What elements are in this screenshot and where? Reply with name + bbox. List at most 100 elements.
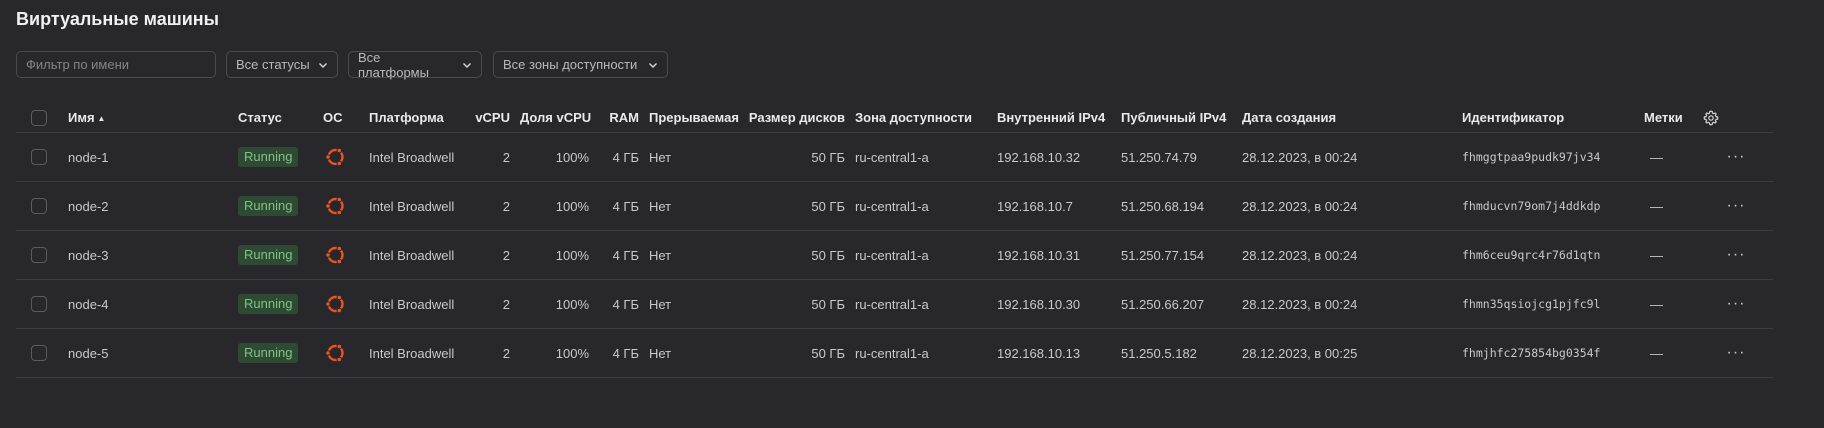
column-header-labels[interactable]: Метки — [1644, 103, 1699, 133]
platform-cell: Intel Broadwell — [369, 279, 461, 329]
vcpu-share-cell: 100% — [520, 181, 599, 231]
column-header-zone[interactable]: Зона доступности — [855, 103, 997, 133]
ram-cell: 4 ГБ — [599, 328, 649, 378]
row-select-cell — [16, 181, 68, 231]
vcpu-cell: 2 — [461, 230, 520, 280]
labels-cell: — — [1644, 230, 1699, 280]
column-header-status[interactable]: Статус — [238, 103, 323, 133]
select-all-checkbox[interactable] — [31, 109, 47, 126]
id-cell: fhmjhfc275854bg0354f — [1462, 328, 1644, 378]
vcpu-share-cell: 100% — [520, 132, 599, 182]
vm-name[interactable]: node-2 — [68, 181, 238, 231]
platform-filter-label: Все платформы — [358, 49, 429, 80]
internal-ip-cell: 192.168.10.7 — [997, 181, 1121, 231]
ubuntu-icon — [323, 145, 369, 169]
row-select-cell — [16, 132, 68, 182]
column-header-public-ip[interactable]: Публичный IPv4 — [1121, 103, 1242, 133]
id-cell: fhmducvn79om7j4ddkdp — [1462, 181, 1644, 231]
id-cell: fhmggtpaa9pudk97jv34 — [1462, 132, 1644, 182]
page: Виртуальные машины Все статусы Все платф… — [0, 0, 1824, 428]
name-filter-input[interactable] — [16, 51, 216, 78]
zone-filter-label: Все зоны доступности — [503, 57, 638, 72]
row-actions-button[interactable]: ··· — [1699, 230, 1773, 280]
platform-cell: Intel Broadwell — [369, 230, 461, 280]
zone-cell: ru-central1-a — [855, 279, 997, 329]
table-row[interactable]: node-1 Running Intel Broadwell 2 100% 4 … — [16, 132, 1773, 182]
vcpu-cell: 2 — [461, 328, 520, 378]
disk-size-cell: 50 ГБ — [742, 328, 855, 378]
labels-cell: — — [1644, 181, 1699, 231]
row-checkbox[interactable] — [31, 247, 47, 264]
chevron-down-icon — [462, 60, 472, 70]
id-cell: fhm6ceu9qrc4r76d1qtn — [1462, 230, 1644, 280]
vcpu-share-cell: 100% — [520, 279, 599, 329]
select-all-cell — [16, 103, 68, 133]
column-header-id[interactable]: Идентификатор — [1462, 103, 1644, 133]
status-badge: Running — [238, 196, 299, 216]
chevron-down-icon — [318, 60, 328, 70]
row-checkbox[interactable] — [31, 345, 47, 362]
preemptible-cell: Нет — [649, 181, 742, 231]
vm-table: Имя ▲ Статус ОС Платформа vCPU Доля vCPU … — [16, 103, 1773, 378]
table-row[interactable]: node-5 Running Intel Broadwell 2 100% 4 … — [16, 328, 1773, 378]
row-checkbox[interactable] — [31, 296, 47, 313]
column-header-os[interactable]: ОС — [323, 103, 369, 133]
zone-cell: ru-central1-a — [855, 230, 997, 280]
ram-cell: 4 ГБ — [599, 279, 649, 329]
internal-ip-cell: 192.168.10.30 — [997, 279, 1121, 329]
row-checkbox[interactable] — [31, 149, 47, 166]
vm-name[interactable]: node-3 — [68, 230, 238, 280]
platform-cell: Intel Broadwell — [369, 181, 461, 231]
os-cell — [323, 230, 369, 280]
ubuntu-icon — [323, 341, 369, 365]
column-header-created[interactable]: Дата создания — [1242, 103, 1462, 133]
created-cell: 28.12.2023, в 00:24 — [1242, 230, 1462, 280]
table-row[interactable]: node-4 Running Intel Broadwell 2 100% 4 … — [16, 279, 1773, 329]
column-header-vcpu[interactable]: vCPU — [461, 103, 520, 133]
vcpu-cell: 2 — [461, 279, 520, 329]
platform-cell: Intel Broadwell — [369, 132, 461, 182]
platform-filter-select[interactable]: Все платформы — [348, 49, 482, 80]
column-header-preemptible[interactable]: Прерываемая — [649, 103, 742, 133]
status-badge: Running — [238, 245, 299, 265]
row-select-cell — [16, 230, 68, 280]
internal-ip-cell: 192.168.10.13 — [997, 328, 1121, 378]
preemptible-cell: Нет — [649, 328, 742, 378]
vcpu-share-cell: 100% — [520, 328, 599, 378]
column-header-internal-ip[interactable]: Внутренний IPv4 — [997, 103, 1121, 133]
table-row[interactable]: node-3 Running Intel Broadwell 2 100% 4 … — [16, 230, 1773, 280]
disk-size-cell: 50 ГБ — [742, 132, 855, 182]
created-cell: 28.12.2023, в 00:25 — [1242, 328, 1462, 378]
zone-filter-select[interactable]: Все зоны доступности — [493, 51, 668, 78]
row-select-cell — [16, 328, 68, 378]
column-header-name[interactable]: Имя ▲ — [68, 103, 238, 133]
ram-cell: 4 ГБ — [599, 230, 649, 280]
internal-ip-cell: 192.168.10.32 — [997, 132, 1121, 182]
status-cell: Running — [238, 230, 323, 280]
public-ip-cell: 51.250.74.79 — [1121, 132, 1242, 182]
row-checkbox[interactable] — [31, 198, 47, 215]
vm-name[interactable]: node-4 — [68, 279, 238, 329]
column-header-platform[interactable]: Платформа — [369, 103, 461, 133]
row-actions-button[interactable]: ··· — [1699, 279, 1773, 329]
labels-cell: — — [1644, 328, 1699, 378]
table-row[interactable]: node-2 Running Intel Broadwell 2 100% 4 … — [16, 181, 1773, 231]
disk-size-cell: 50 ГБ — [742, 181, 855, 231]
disk-size-cell: 50 ГБ — [742, 279, 855, 329]
row-actions-button[interactable]: ··· — [1699, 328, 1773, 378]
row-actions-button[interactable]: ··· — [1699, 132, 1773, 182]
created-cell: 28.12.2023, в 00:24 — [1242, 132, 1462, 182]
created-cell: 28.12.2023, в 00:24 — [1242, 279, 1462, 329]
page-title: Виртуальные машины — [16, 9, 220, 29]
column-settings-button[interactable] — [1699, 103, 1773, 133]
vm-name[interactable]: node-5 — [68, 328, 238, 378]
status-filter-select[interactable]: Все статусы — [226, 51, 338, 78]
column-header-disk-size[interactable]: Размер дисков — [742, 103, 855, 133]
row-actions-button[interactable]: ··· — [1699, 181, 1773, 231]
vm-name[interactable]: node-1 — [68, 132, 238, 182]
table-header-row: Имя ▲ Статус ОС Платформа vCPU Доля vCPU … — [16, 103, 1773, 133]
id-cell: fhmn35qsiojcg1pjfc9l — [1462, 279, 1644, 329]
column-header-vcpu-share[interactable]: Доля vCPU — [520, 103, 599, 133]
platform-cell: Intel Broadwell — [369, 328, 461, 378]
column-header-ram[interactable]: RAM — [599, 103, 649, 133]
